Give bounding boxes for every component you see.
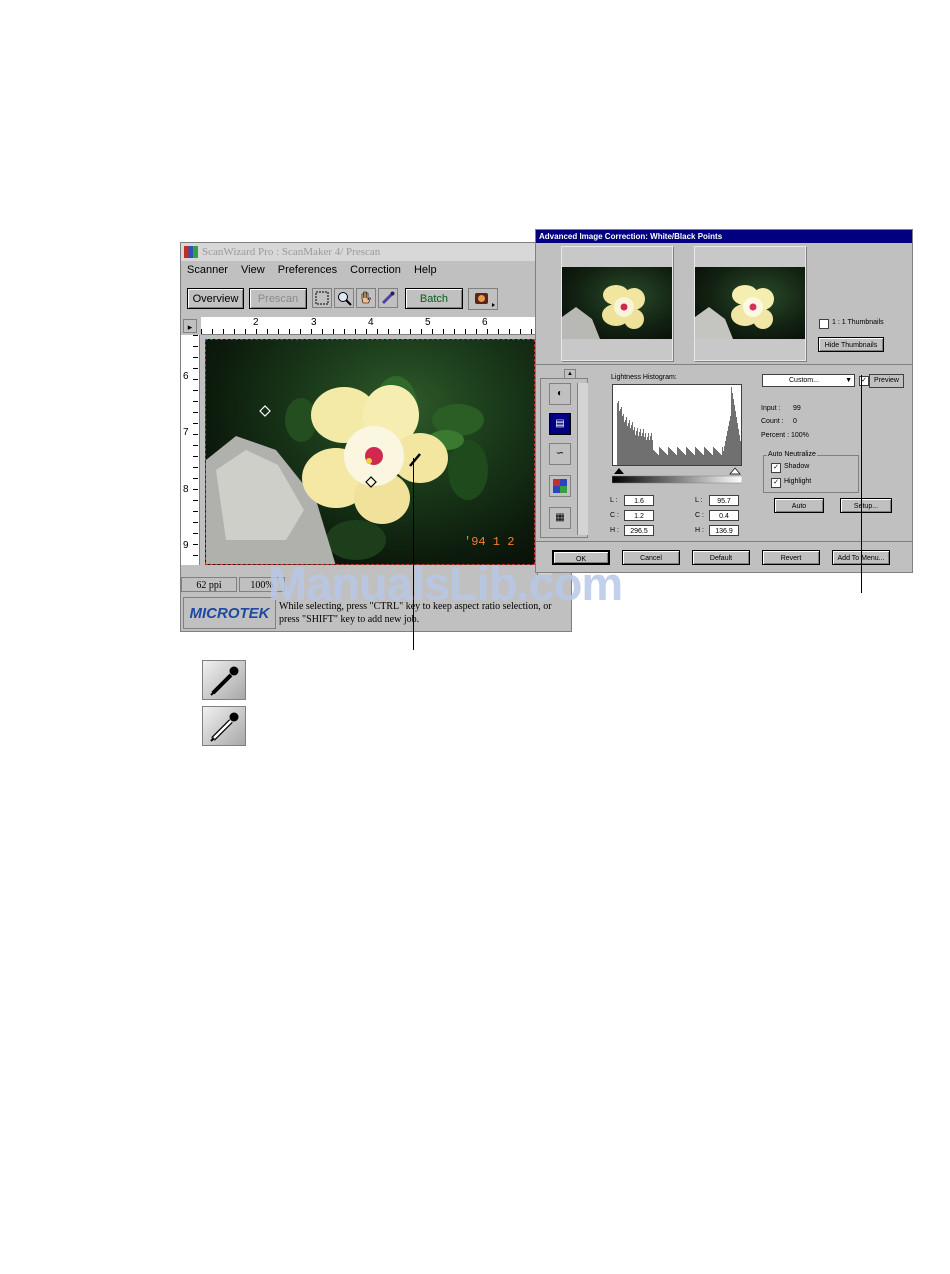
preview-label: Preview [869, 374, 904, 388]
correction-tool-list: ◐ ▤ ∽ ▦ [540, 378, 588, 538]
menu-help[interactable]: Help [414, 264, 437, 276]
divider [536, 364, 912, 365]
menu-correction[interactable]: Correction [350, 264, 401, 276]
percent-readout: Percent : 100% [761, 432, 809, 439]
thumbnails-label: 1 : 1 Thumbnails [832, 319, 884, 326]
menu-view[interactable]: View [241, 264, 265, 276]
vertical-ruler: 6 7 8 9 [181, 335, 200, 565]
preset-dropdown[interactable]: Custom... ▼ [762, 374, 855, 387]
batch-button[interactable]: Batch [405, 288, 463, 309]
ruler-v-label: 9 [183, 540, 189, 551]
white-black-points-tool-icon[interactable]: ▤ [549, 413, 571, 435]
input-slider[interactable] [612, 466, 742, 486]
setup-button[interactable]: Setup... [840, 498, 892, 513]
auto-neutralize-label: Auto Neutralize [767, 451, 817, 458]
black-c-field[interactable]: 1.2 [624, 510, 654, 521]
after-thumbnail [694, 246, 806, 361]
shadow-label: Shadow [784, 463, 810, 470]
right-h-label: H : [695, 527, 704, 534]
black-h-field[interactable]: 296.5 [624, 525, 654, 536]
marquee-icon[interactable] [312, 288, 332, 308]
curve-tool-icon[interactable]: ∽ [549, 443, 571, 465]
ruler-v-label: 8 [183, 484, 189, 495]
black-l-field[interactable]: 1.6 [624, 495, 654, 506]
before-thumbnail [561, 246, 673, 361]
left-h-label: H : [610, 527, 619, 534]
ruler-v-label: 6 [183, 371, 189, 382]
hide-thumbnails-button[interactable]: Hide Thumbnails [818, 337, 884, 352]
preview-callout-line [861, 375, 862, 593]
input-label: Input : [761, 405, 781, 412]
hue-saturation-tool-icon[interactable]: ▦ [549, 507, 571, 529]
watermark: ManualsLib.com [268, 557, 623, 610]
ruler-h-label: 6 [482, 317, 488, 328]
white-h-field[interactable]: 136.9 [709, 525, 739, 536]
ruler-h-label: 5 [425, 317, 431, 328]
cancel-button[interactable]: Cancel [622, 550, 680, 565]
divider [536, 541, 912, 542]
black-eyedropper-icon [202, 660, 246, 700]
input-value: 99 [793, 405, 801, 412]
auto-button[interactable]: Auto [774, 498, 824, 513]
highlight-checkbox[interactable]: ✓ [771, 478, 781, 488]
advanced-image-correction-dialog: Advanced Image Correction: White/Black P… [535, 229, 913, 573]
count-value: 0 [793, 418, 797, 425]
right-c-label: C : [695, 512, 704, 519]
eyedropper-callout-line [413, 458, 414, 650]
hand-icon[interactable] [356, 288, 376, 308]
magnifier-icon[interactable] [334, 288, 354, 308]
histogram-bar [740, 441, 741, 465]
left-l-label: L : [610, 497, 618, 504]
menu-scanner[interactable]: Scanner [187, 264, 228, 276]
ruler-v-label: 7 [183, 427, 189, 438]
ruler-h-label: 3 [311, 317, 317, 328]
right-l-label: L : [695, 497, 703, 504]
count-label: Count : [761, 418, 784, 425]
prescan-image[interactable]: '94 1 2 [205, 339, 535, 565]
highlight-label: Highlight [784, 478, 812, 485]
preset-value: Custom... [789, 377, 819, 384]
hibiscus-flower [302, 385, 448, 524]
ruler-origin-button[interactable]: ▸ [183, 319, 197, 333]
lightness-histogram [612, 384, 742, 466]
scanwizard-app-icon [184, 246, 198, 258]
color-balance-tool-icon[interactable] [549, 475, 571, 497]
white-c-field[interactable]: 0.4 [709, 510, 739, 521]
microtek-logo: MICROTEK [183, 597, 276, 629]
histogram-label: Lightness Histogram: [611, 374, 677, 381]
shadow-checkbox[interactable]: ✓ [771, 463, 781, 473]
thumbnails-checkbox[interactable] [819, 319, 829, 329]
scanwizard-title-bar: ScanWizard Pro : ScanMaker 4/ Prescan [181, 243, 571, 261]
default-button[interactable]: Default [692, 550, 750, 565]
aic-title-bar: Advanced Image Correction: White/Black P… [536, 230, 912, 243]
tool-list-scrollbar[interactable] [577, 383, 588, 535]
camera-icon[interactable] [468, 288, 498, 310]
prescan-button[interactable]: Prescan [249, 288, 307, 309]
brightness-tool-icon[interactable]: ◐ [549, 383, 571, 405]
scanwizard-title: ScanWizard Pro : ScanMaker 4/ Prescan [202, 246, 381, 258]
black-point-slider-handle[interactable] [614, 468, 624, 474]
black-point-marker-icon [259, 405, 271, 417]
left-c-label: C : [610, 512, 619, 519]
resolution-readout: 62 ppi [181, 577, 237, 592]
ruler-h-label: 4 [368, 317, 374, 328]
chevron-down-icon: ▼ [845, 377, 852, 384]
eyedropper-icon[interactable] [378, 288, 398, 308]
overview-button[interactable]: Overview [187, 288, 244, 309]
white-l-field[interactable]: 95.7 [709, 495, 739, 506]
horizontal-ruler: 2 3 4 5 6 [201, 317, 537, 335]
white-eyedropper-icon [202, 706, 246, 746]
revert-button[interactable]: Revert [762, 550, 820, 565]
ruler-h-label: 2 [253, 317, 259, 328]
photo-date-stamp: '94 1 2 [464, 535, 515, 549]
menu-preferences[interactable]: Preferences [278, 264, 337, 276]
white-point-slider-handle[interactable] [729, 467, 741, 475]
scanwizard-menu-bar: Scanner View Preferences Correction Help [181, 261, 571, 279]
